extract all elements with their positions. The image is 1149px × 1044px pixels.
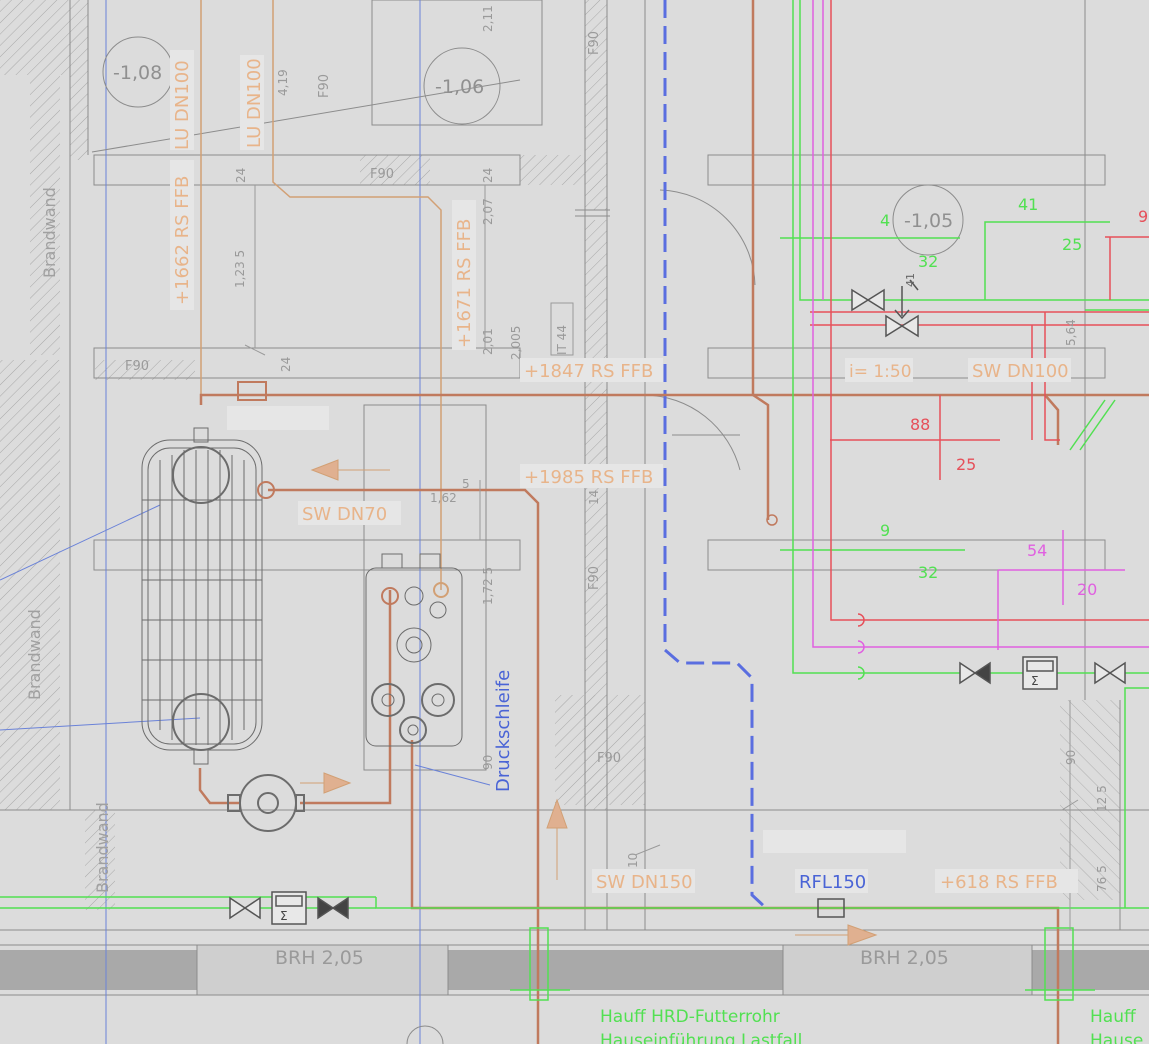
label-slope: i= 1:50	[849, 362, 912, 382]
svg-text:4: 4	[880, 211, 890, 230]
svg-text:-1,08: -1,08	[113, 62, 162, 84]
svg-text:F90: F90	[597, 751, 621, 766]
brh-label: BRH 2,05	[860, 947, 949, 969]
floor-plan: Σ Σ Brandwand Brandwand Brandwand F90 F9…	[0, 0, 1149, 1044]
svg-text:5: 5	[462, 477, 470, 491]
pump-icon[interactable]	[227, 774, 305, 832]
fire-wall-label: Brandwand	[40, 187, 59, 278]
svg-text:32: 32	[918, 252, 938, 271]
svg-text:F90: F90	[317, 74, 332, 98]
svg-text:24: 24	[279, 357, 293, 372]
svg-text:2,11: 2,11	[481, 5, 495, 32]
svg-text:4,19: 4,19	[276, 69, 290, 96]
svg-text:5,64: 5,64	[1064, 319, 1078, 346]
svg-text:90: 90	[481, 755, 495, 770]
tank-icon[interactable]	[141, 427, 275, 765]
svg-text:-1,05: -1,05	[904, 210, 953, 232]
dimension-lines	[244, 185, 1079, 930]
fire-wall-label: Brandwand	[25, 609, 44, 700]
svg-text:Σ: Σ	[1031, 674, 1039, 688]
green-dimension-texts: 41 25 4 32 9 32	[880, 195, 1082, 582]
svg-text:20: 20	[1077, 580, 1097, 599]
wall-openings	[0, 944, 1149, 996]
svg-text:2,005: 2,005	[509, 326, 523, 360]
valve-dimension: 41	[904, 273, 917, 287]
level-circles	[91, 36, 964, 256]
svg-text:41: 41	[1018, 195, 1038, 214]
label-sw-dn70: SW DN70	[302, 504, 387, 525]
svg-text:1,62: 1,62	[430, 491, 457, 505]
svg-text:76 5: 76 5	[1095, 865, 1109, 892]
svg-text:90: 90	[1064, 750, 1078, 765]
svg-text:54: 54	[1027, 541, 1047, 560]
svg-text:F90: F90	[370, 167, 394, 182]
label-rs-1671: +1671 RS FFB	[454, 219, 475, 348]
cad-drawing-canvas[interactable]: Σ Σ Brandwand Brandwand Brandwand F90 F9…	[0, 0, 1149, 1044]
svg-text:F90: F90	[587, 31, 602, 55]
label-rs-618: +618 RS FFB	[940, 872, 1058, 893]
label-pressure-loop: Druckschleife	[493, 670, 514, 792]
svg-text:IT 44: IT 44	[555, 325, 569, 355]
svg-text:32: 32	[918, 563, 938, 582]
svg-text:9: 9	[1138, 207, 1148, 226]
lifting-station-icon[interactable]	[365, 553, 463, 747]
svg-text:24: 24	[481, 168, 495, 183]
svg-text:25: 25	[1062, 235, 1082, 254]
label-lu-dn100: LU DN100	[172, 60, 193, 150]
svg-text:10: 10	[626, 853, 640, 868]
svg-text:-1,06: -1,06	[435, 76, 484, 98]
label-sw-dn100: SW DN100	[972, 361, 1069, 382]
svg-text:Hause: Hause	[1090, 1031, 1143, 1044]
svg-text:1,72 5: 1,72 5	[481, 567, 495, 605]
hauff-notes: Hauff HRD-Futterrohr Hauseinführung Last…	[600, 1007, 1143, 1044]
svg-text:Hauseinführung Lastfall: Hauseinführung Lastfall	[600, 1031, 802, 1044]
svg-text:24: 24	[234, 168, 248, 183]
svg-text:12 5: 12 5	[1095, 785, 1109, 812]
svg-text:F90: F90	[125, 359, 149, 374]
label-rs-1985: +1985 RS FFB	[524, 467, 653, 488]
svg-text:F90: F90	[587, 566, 602, 590]
red-dimension-texts: 88 25 9	[910, 207, 1148, 474]
svg-text:88: 88	[910, 415, 930, 434]
svg-text:14: 14	[587, 490, 601, 505]
fire-rating-labels: F90 F90 F90 F90 F90 F90	[125, 31, 621, 766]
fire-wall-label: Brandwand	[93, 802, 112, 893]
svg-text:Σ: Σ	[280, 909, 288, 923]
manhole-icon	[406, 1025, 444, 1044]
pressure-pipe	[663, 0, 768, 910]
svg-text:25: 25	[956, 455, 976, 474]
svg-text:Hauff: Hauff	[1090, 1007, 1137, 1027]
label-rfl150: RFL150	[799, 872, 866, 893]
label-sw-dn150: SW DN150	[596, 872, 693, 893]
label-lu-dn100: LU DN100	[244, 58, 265, 148]
svg-text:2,07: 2,07	[481, 198, 495, 225]
cleanout-icon	[237, 381, 267, 401]
svg-text:2,01: 2,01	[481, 328, 495, 355]
label-rs-1662: +1662 RS FFB	[172, 176, 193, 305]
svg-text:1,23 5: 1,23 5	[233, 250, 247, 288]
wall-hatching	[0, 0, 1120, 910]
label-rs-1847: +1847 RS FFB	[524, 361, 653, 382]
brh-label: BRH 2,05	[275, 947, 364, 969]
svg-text:Hauff HRD-Futterrohr: Hauff HRD-Futterrohr	[600, 1007, 780, 1027]
level-markers: -1,08 -1,06 -1,05	[113, 62, 953, 232]
svg-text:9: 9	[880, 521, 890, 540]
